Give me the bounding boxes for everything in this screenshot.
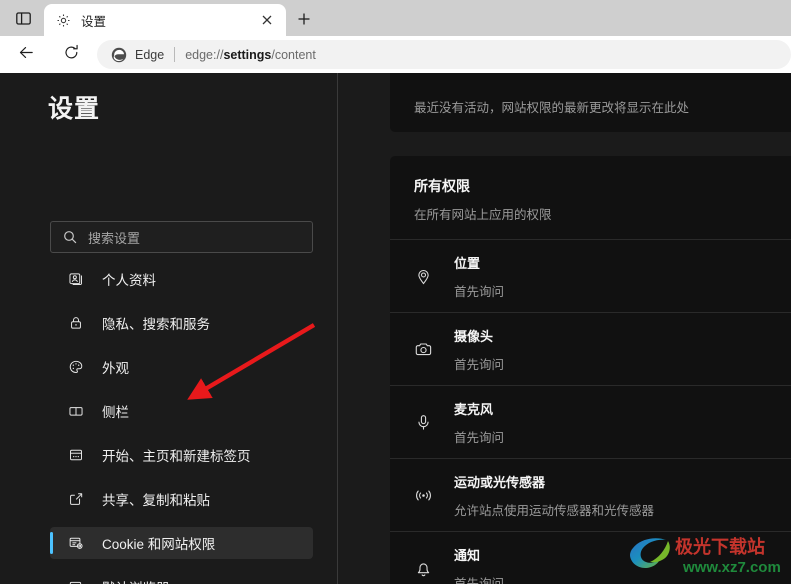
tab-strip: 设置 (0, 0, 791, 36)
permission-row-motion-light-sensors[interactable]: 运动或光传感器 允许站点使用运动传感器和光传感器 (390, 458, 791, 531)
arrow-left-icon (18, 44, 35, 66)
permission-title: 运动或光传感器 (454, 474, 546, 490)
permission-row-text: 麦克风 首先询问 (454, 399, 504, 446)
settings-content: 最近没有活动，网站权限的最新更改将显示在此处 所有权限 在所有网站上应用的权限 (338, 73, 791, 584)
reload-button[interactable] (57, 41, 85, 69)
permission-row-notifications[interactable]: 通知 首先询问 (390, 531, 791, 584)
sidebar-item-cookies-site-permissions[interactable]: Cookie 和网站权限 (50, 527, 313, 559)
permission-row-microphone[interactable]: 麦克风 首先询问 (390, 385, 791, 458)
sidebar-item-label: 隐私、搜索和服务 (102, 317, 210, 332)
home-page-icon (66, 447, 86, 463)
settings-page: 设置 搜索设置 个人资料 隐私、搜索和服务 外观 侧栏 开始、主页和新建标签页 … (0, 73, 791, 584)
url-prefix: edge:// (185, 47, 224, 62)
close-icon[interactable] (256, 9, 278, 31)
sidebar-item-label: 共享、复制和粘贴 (102, 493, 210, 508)
edge-logo-icon (111, 46, 128, 63)
browser-tab-settings[interactable]: 设置 (44, 4, 286, 36)
search-settings-box[interactable]: 搜索设置 (50, 221, 313, 253)
permission-row-text: 运动或光传感器 允许站点使用运动传感器和光传感器 (454, 472, 654, 519)
sidebar-panel-icon (66, 403, 86, 419)
selection-accent (50, 532, 53, 554)
permission-title: 麦克风 (454, 401, 494, 417)
sidebar-item-label: Cookie 和网站权限 (102, 537, 216, 552)
share-icon (66, 491, 86, 507)
camera-icon (412, 340, 434, 359)
address-bar[interactable]: Edge edge://settings/content (97, 40, 791, 69)
all-permissions-header: 所有权限 在所有网站上应用的权限 (390, 156, 791, 239)
browser-toolbar: Edge edge://settings/content (0, 36, 791, 73)
sidebar-item-label: 开始、主页和新建标签页 (102, 449, 251, 464)
tab-actions-button[interactable] (6, 4, 40, 32)
cookie-permissions-icon (66, 535, 86, 551)
location-pin-icon (412, 267, 434, 286)
permission-row-location[interactable]: 位置 首先询问 (390, 239, 791, 312)
back-button[interactable] (12, 41, 40, 69)
page-title: 设置 (48, 95, 101, 123)
permission-subtitle: 首先询问 (454, 430, 505, 445)
sidebar-item-appearance[interactable]: 外观 (50, 351, 313, 383)
tab-title: 设置 (81, 14, 107, 29)
all-permissions-title: 所有权限 (414, 178, 470, 194)
bell-icon (412, 559, 434, 578)
omnibox-url[interactable]: edge://settings/content (185, 48, 316, 62)
recent-activity-card: 最近没有活动，网站权限的最新更改将显示在此处 (390, 73, 791, 132)
motion-sensor-icon (412, 485, 434, 506)
recent-activity-empty-text: 最近没有活动，网站权限的最新更改将显示在此处 (414, 101, 690, 115)
lock-icon (66, 315, 86, 331)
permission-title: 摄像头 (454, 328, 494, 344)
permission-title: 通知 (454, 547, 481, 563)
sidebar-item-default-browser[interactable]: 默认浏览器 (50, 571, 313, 584)
browser-window: 设置 Edge edge://settings/content 设置 搜索设置 … (0, 0, 791, 584)
omnibox-divider (174, 47, 176, 62)
permission-subtitle: 首先询问 (454, 284, 505, 299)
all-permissions-subtitle: 在所有网站上应用的权限 (414, 208, 552, 222)
default-browser-icon (66, 579, 86, 584)
gear-icon (55, 12, 72, 29)
permission-row-text: 位置 首先询问 (454, 253, 504, 300)
sidebar-item-sidebar[interactable]: 侧栏 (50, 395, 313, 427)
new-tab-button[interactable] (290, 6, 318, 32)
sidebar-item-share-copy-paste[interactable]: 共享、复制和粘贴 (50, 483, 313, 515)
sidebar-item-privacy[interactable]: 隐私、搜索和服务 (50, 307, 313, 339)
permission-title: 位置 (454, 255, 481, 271)
settings-nav-list: 个人资料 隐私、搜索和服务 外观 侧栏 开始、主页和新建标签页 共享、复制和粘贴… (50, 263, 313, 584)
url-suffix: /content (271, 47, 316, 62)
sidebar-item-label: 侧栏 (102, 405, 129, 420)
tab-list-icon (15, 10, 32, 27)
sidebar-item-label: 个人资料 (102, 273, 156, 288)
search-icon (63, 230, 77, 244)
profile-icon (66, 271, 86, 287)
permission-row-text: 通知 首先询问 (454, 545, 504, 584)
settings-sidebar: 设置 搜索设置 个人资料 隐私、搜索和服务 外观 侧栏 开始、主页和新建标签页 … (0, 73, 337, 584)
palette-icon (66, 359, 86, 375)
all-permissions-card: 所有权限 在所有网站上应用的权限 位置 首先询问 摄像头 首先询问 麦克风 首先… (390, 156, 791, 584)
url-emphasis: settings (223, 47, 272, 62)
omnibox-brand-label: Edge (135, 47, 165, 62)
microphone-icon (412, 413, 434, 432)
search-input-placeholder[interactable]: 搜索设置 (88, 228, 140, 247)
permission-subtitle: 首先询问 (454, 357, 505, 372)
permission-row-text: 摄像头 首先询问 (454, 326, 504, 373)
permission-row-camera[interactable]: 摄像头 首先询问 (390, 312, 791, 385)
reload-icon (63, 44, 80, 66)
permission-subtitle: 允许站点使用运动传感器和光传感器 (454, 503, 655, 518)
permission-subtitle: 首先询问 (454, 576, 505, 584)
sidebar-item-start-home-newtab[interactable]: 开始、主页和新建标签页 (50, 439, 313, 471)
sidebar-item-label: 默认浏览器 (102, 577, 170, 584)
sidebar-item-label: 外观 (102, 361, 129, 376)
sidebar-item-profile[interactable]: 个人资料 (50, 263, 313, 295)
